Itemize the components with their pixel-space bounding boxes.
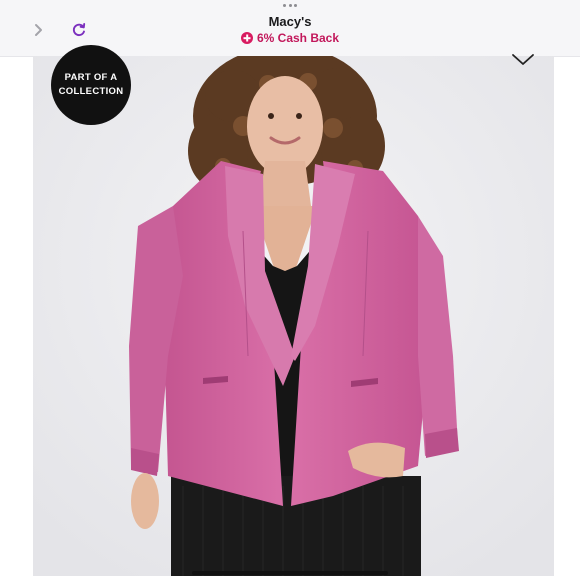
cashback-label: 6% Cash Back bbox=[256, 31, 340, 45]
cashback-link[interactable]: 6% Cash Back bbox=[190, 31, 390, 45]
collection-badge[interactable]: PART OF A COLLECTION bbox=[51, 45, 131, 125]
chevron-left-icon bbox=[35, 24, 42, 36]
back-button[interactable] bbox=[28, 20, 48, 40]
product-image[interactable] bbox=[33, 56, 554, 576]
screen: Macy's 6% Cash Back PART OF A COLLECTION bbox=[0, 0, 580, 580]
more-dots-icon[interactable] bbox=[283, 4, 297, 8]
plus-circle-icon bbox=[240, 32, 253, 44]
heart-icon bbox=[512, 54, 534, 65]
refresh-button[interactable] bbox=[69, 20, 89, 40]
refresh-icon bbox=[72, 23, 86, 36]
product-photo bbox=[33, 56, 554, 576]
home-indicator bbox=[192, 571, 388, 575]
badge-line-2: COLLECTION bbox=[58, 86, 124, 97]
site-title: Macy's bbox=[268, 14, 312, 29]
badge-line-1: PART OF A bbox=[64, 72, 118, 83]
wishlist-button[interactable] bbox=[508, 48, 538, 72]
